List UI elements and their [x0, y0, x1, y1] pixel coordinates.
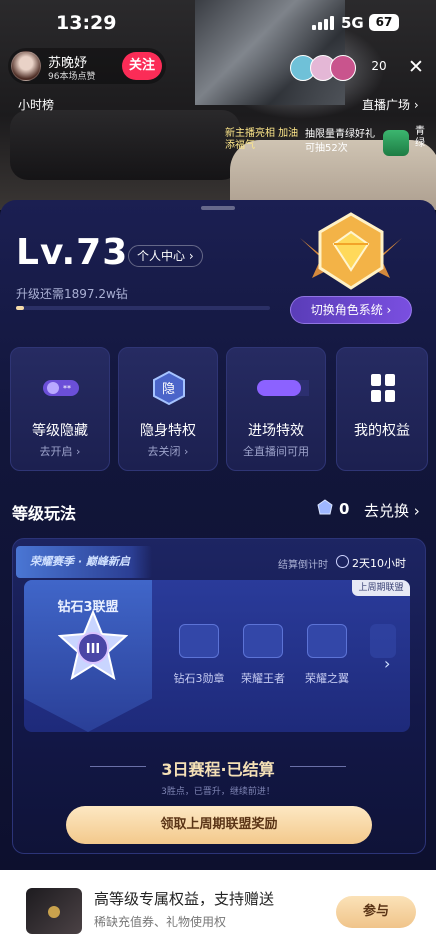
chevron-right-icon[interactable]: › [384, 654, 390, 673]
league-banner: 荣耀赛季 · 巅峰新启 [16, 546, 152, 578]
host-likes: 96本场点赞 [48, 72, 96, 82]
exchange-link[interactable]: 去兑换 › [364, 500, 420, 521]
level-badge-icon [300, 212, 402, 290]
reward-label: 钻石3勋章 [173, 672, 225, 685]
card-level-hide[interactable]: ** 等级隐藏 去开启 › [10, 347, 110, 471]
live-square-link[interactable]: 直播广场 › [362, 96, 419, 113]
grid-icon [371, 374, 395, 402]
follow-button[interactable]: 关注 [122, 52, 162, 80]
card-sub: 去关闭 › [147, 445, 189, 458]
viewer-avatar [330, 55, 356, 81]
entrance-effect-icon [257, 380, 309, 396]
settle-sub: 3胜点，已晋升，继续前进！ [161, 787, 275, 797]
card-title: 进场特效 [248, 423, 304, 439]
drag-handle[interactable] [201, 206, 235, 210]
reward-item[interactable]: 荣耀之翼 [298, 624, 356, 686]
bottom-title: 高等级专属权益，支持赠送 [94, 890, 275, 908]
status-bar: 13:29 5G 67 [0, 0, 436, 46]
settle-title: 3日赛程·已结算 [161, 760, 275, 779]
wing-badge-icon [307, 624, 347, 658]
level-title: Lv.73 [16, 232, 129, 273]
host-avatar[interactable] [11, 51, 41, 81]
promo-right[interactable]: 青绿 [415, 126, 429, 150]
card-sub: 去开启 › [39, 445, 81, 458]
divider [290, 766, 346, 767]
sofa-dark [10, 110, 240, 180]
privilege-cards: ** 等级隐藏 去开启 › 隐 隐身特权 去关闭 › 进场特效 全直播间可用 我… [10, 347, 428, 471]
card-my-rights[interactable]: 我的权益 [336, 347, 428, 471]
tier-star-icon: III [58, 610, 128, 681]
stealth-icon: 隐 [153, 370, 185, 406]
gift-icon[interactable] [383, 130, 409, 156]
countdown-label: 结算倒计时 [278, 560, 328, 571]
medal-icon [179, 624, 219, 658]
level-progress-bar [16, 306, 270, 310]
countdown-value: 2天10小时 [352, 557, 406, 570]
upgrade-note: 升级还需1897.2w钻 [16, 287, 128, 301]
viewer-count[interactable]: 20 [362, 59, 396, 77]
gem-icon [317, 499, 333, 515]
reward-item[interactable]: 荣耀王者 [234, 624, 292, 686]
card-sub: 全直播间可用 [243, 445, 309, 458]
bottom-promo-bar[interactable]: 高等级专属权益，支持赠送 稀缺充值券、礼物使用权 参与 [0, 870, 436, 951]
hour-rank-link[interactable]: 小时榜 [18, 96, 54, 113]
card-title: 我的权益 [354, 423, 410, 439]
card-entrance-effect[interactable]: 进场特效 全直播间可用 [226, 347, 326, 471]
king-badge-icon [243, 624, 283, 658]
profile-center-link[interactable]: 个人中心 › [128, 245, 203, 267]
gameplay-section-title: 等级玩法 [12, 504, 77, 523]
reward-item[interactable]: 钻石3勋章 [170, 624, 228, 686]
network-label: 5G [341, 14, 364, 32]
promo-mid[interactable]: 抽限量青绿好礼 可抽52次 [305, 128, 375, 156]
status-time: 13:29 [56, 12, 117, 34]
reward-item-partial[interactable] [370, 624, 396, 658]
close-icon[interactable]: ✕ [405, 56, 427, 78]
tier-numeral: III [86, 642, 101, 657]
level-progress-fill [16, 306, 24, 310]
card-title: 隐身特权 [140, 423, 196, 439]
clock-icon [336, 555, 349, 568]
card-stealth[interactable]: 隐 隐身特权 去关闭 › [118, 347, 218, 471]
wallet-icon [26, 888, 82, 934]
svg-text:**: ** [63, 384, 71, 393]
promo-left[interactable]: 新主播亮相 加油添福气 [225, 128, 301, 152]
gem-count: 0 [339, 500, 350, 518]
promo-mid-line1: 抽限量青绿好礼 [305, 129, 375, 140]
claim-reward-button[interactable]: 领取上周期联盟奖励 [66, 806, 372, 844]
signal-icon [312, 16, 334, 30]
promo-mid-line2: 可抽52次 [305, 143, 348, 154]
last-period-tag: 上周期联盟 [352, 580, 410, 596]
battery-icon: 67 [369, 14, 399, 31]
level-toggle-icon: ** [43, 380, 79, 396]
svg-text:隐: 隐 [162, 382, 175, 397]
card-title: 等级隐藏 [32, 423, 88, 439]
switch-role-button[interactable]: 切换角色系统 › [290, 296, 412, 324]
reward-label: 荣耀王者 [241, 672, 285, 685]
join-button[interactable]: 参与 [336, 896, 416, 928]
reward-label: 荣耀之翼 [305, 672, 349, 685]
bottom-sub: 稀缺充值券、礼物使用权 [94, 915, 227, 929]
viewer-avatars[interactable] [290, 55, 360, 81]
